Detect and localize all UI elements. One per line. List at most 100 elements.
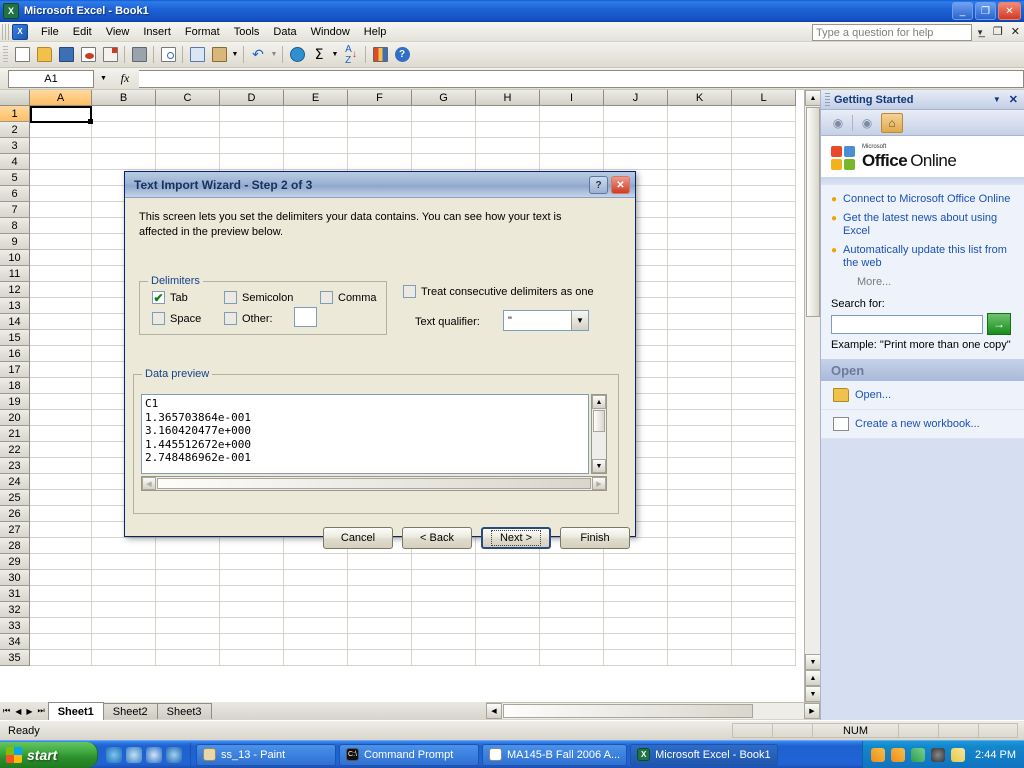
cell-B35[interactable]	[92, 650, 156, 666]
cell-F32[interactable]	[348, 602, 412, 618]
cell-A30[interactable]	[30, 570, 92, 586]
row-header-16[interactable]: 16	[0, 346, 30, 362]
cell-C29[interactable]	[156, 554, 220, 570]
back-button[interactable]: < Back	[402, 527, 472, 549]
cell-L21[interactable]	[732, 426, 796, 442]
menu-item-file[interactable]: File	[34, 23, 66, 41]
cell-K32[interactable]	[668, 602, 732, 618]
row-header-13[interactable]: 13	[0, 298, 30, 314]
cell-C30[interactable]	[156, 570, 220, 586]
checkbox-space[interactable]: Space	[152, 312, 201, 325]
cell-L13[interactable]	[732, 298, 796, 314]
cell-A10[interactable]	[30, 250, 92, 266]
cell-A19[interactable]	[30, 394, 92, 410]
cell-L11[interactable]	[732, 266, 796, 282]
chevron-down-icon[interactable]: ▼	[993, 95, 1001, 104]
cell-L24[interactable]	[732, 474, 796, 490]
doc-minimize-button[interactable]: _	[979, 26, 985, 38]
cell-H34[interactable]	[476, 634, 540, 650]
row-header-11[interactable]: 11	[0, 266, 30, 282]
notes-icon[interactable]	[951, 747, 966, 762]
preview-horizontal-scroll-thumb[interactable]	[157, 478, 591, 489]
cell-L27[interactable]	[732, 522, 796, 538]
cell-J34[interactable]	[604, 634, 668, 650]
previous-page-icon[interactable]: ▲	[805, 670, 821, 686]
undo-chevron-icon[interactable]: ▼	[269, 44, 279, 66]
cell-B31[interactable]	[92, 586, 156, 602]
cell-L1[interactable]	[732, 106, 796, 122]
name-box[interactable]: A1	[8, 69, 94, 88]
network-icon[interactable]	[871, 747, 886, 762]
cell-D35[interactable]	[220, 650, 284, 666]
cell-G33[interactable]	[412, 618, 476, 634]
cell-D4[interactable]	[220, 154, 284, 170]
row-header-2[interactable]: 2	[0, 122, 30, 138]
cell-L7[interactable]	[732, 202, 796, 218]
home-icon[interactable]: ⌂	[881, 112, 903, 133]
autosum-icon[interactable]: Σ	[308, 44, 330, 66]
row-header-15[interactable]: 15	[0, 330, 30, 346]
active-cell-a1[interactable]	[30, 106, 93, 124]
cell-D31[interactable]	[220, 586, 284, 602]
cell-I1[interactable]	[540, 106, 604, 122]
preview-vertical-scrollbar[interactable]: ▲ ▼	[591, 394, 607, 474]
menu-item-tools[interactable]: Tools	[227, 23, 267, 41]
cell-G34[interactable]	[412, 634, 476, 650]
semicolon-checkbox-box[interactable]	[224, 291, 237, 304]
scroll-up-icon[interactable]: ▲	[805, 90, 821, 106]
menu-item-data[interactable]: Data	[266, 23, 303, 41]
cell-F2[interactable]	[348, 122, 412, 138]
cell-K9[interactable]	[668, 234, 732, 250]
cell-K35[interactable]	[668, 650, 732, 666]
open-folder-icon[interactable]	[33, 44, 55, 66]
cell-G3[interactable]	[412, 138, 476, 154]
cell-B4[interactable]	[92, 154, 156, 170]
sheet-tab-sheet1[interactable]: Sheet1	[47, 702, 104, 720]
cell-E29[interactable]	[284, 554, 348, 570]
cell-E3[interactable]	[284, 138, 348, 154]
link-latest-news[interactable]: Get the latest news about using Excel	[843, 212, 1016, 238]
cell-L18[interactable]	[732, 378, 796, 394]
cell-E30[interactable]	[284, 570, 348, 586]
menu-grip-handle[interactable]	[2, 23, 10, 40]
cell-A35[interactable]	[30, 650, 92, 666]
cell-C28[interactable]	[156, 538, 220, 554]
cell-B30[interactable]	[92, 570, 156, 586]
cell-A15[interactable]	[30, 330, 92, 346]
cell-L23[interactable]	[732, 458, 796, 474]
cell-J30[interactable]	[604, 570, 668, 586]
close-button[interactable]: ✕	[998, 2, 1021, 20]
print-icon[interactable]	[128, 44, 150, 66]
cell-E31[interactable]	[284, 586, 348, 602]
cell-F1[interactable]	[348, 106, 412, 122]
cell-A29[interactable]	[30, 554, 92, 570]
cell-L30[interactable]	[732, 570, 796, 586]
cell-F35[interactable]	[348, 650, 412, 666]
column-header-f[interactable]: F	[348, 90, 412, 106]
media-player-icon[interactable]	[166, 746, 182, 763]
cell-F30[interactable]	[348, 570, 412, 586]
cell-K13[interactable]	[668, 298, 732, 314]
cell-H29[interactable]	[476, 554, 540, 570]
cell-H33[interactable]	[476, 618, 540, 634]
taskbar-item-ma145b[interactable]: MA145-B Fall 2006 A...	[482, 743, 628, 766]
treat-consecutive-delimiters-checkbox[interactable]: Treat consecutive delimiters as one	[403, 285, 594, 298]
cell-K26[interactable]	[668, 506, 732, 522]
list-item[interactable]: ● Connect to Microsoft Office Online	[831, 193, 1016, 206]
link-auto-update-list[interactable]: Automatically update this list from the …	[843, 244, 1016, 270]
column-header-k[interactable]: K	[668, 90, 732, 106]
cell-C35[interactable]	[156, 650, 220, 666]
row-header-3[interactable]: 3	[0, 138, 30, 154]
cell-L19[interactable]	[732, 394, 796, 410]
row-header-12[interactable]: 12	[0, 282, 30, 298]
cell-L34[interactable]	[732, 634, 796, 650]
cell-I32[interactable]	[540, 602, 604, 618]
menu-item-insert[interactable]: Insert	[136, 23, 178, 41]
cell-F4[interactable]	[348, 154, 412, 170]
tab-checkbox-box[interactable]: ✔	[152, 291, 165, 304]
menu-item-help[interactable]: Help	[357, 23, 394, 41]
menu-item-window[interactable]: Window	[304, 23, 357, 41]
sort-ascending-icon[interactable]: A Z ↓	[340, 44, 362, 66]
cell-I34[interactable]	[540, 634, 604, 650]
column-header-i[interactable]: I	[540, 90, 604, 106]
